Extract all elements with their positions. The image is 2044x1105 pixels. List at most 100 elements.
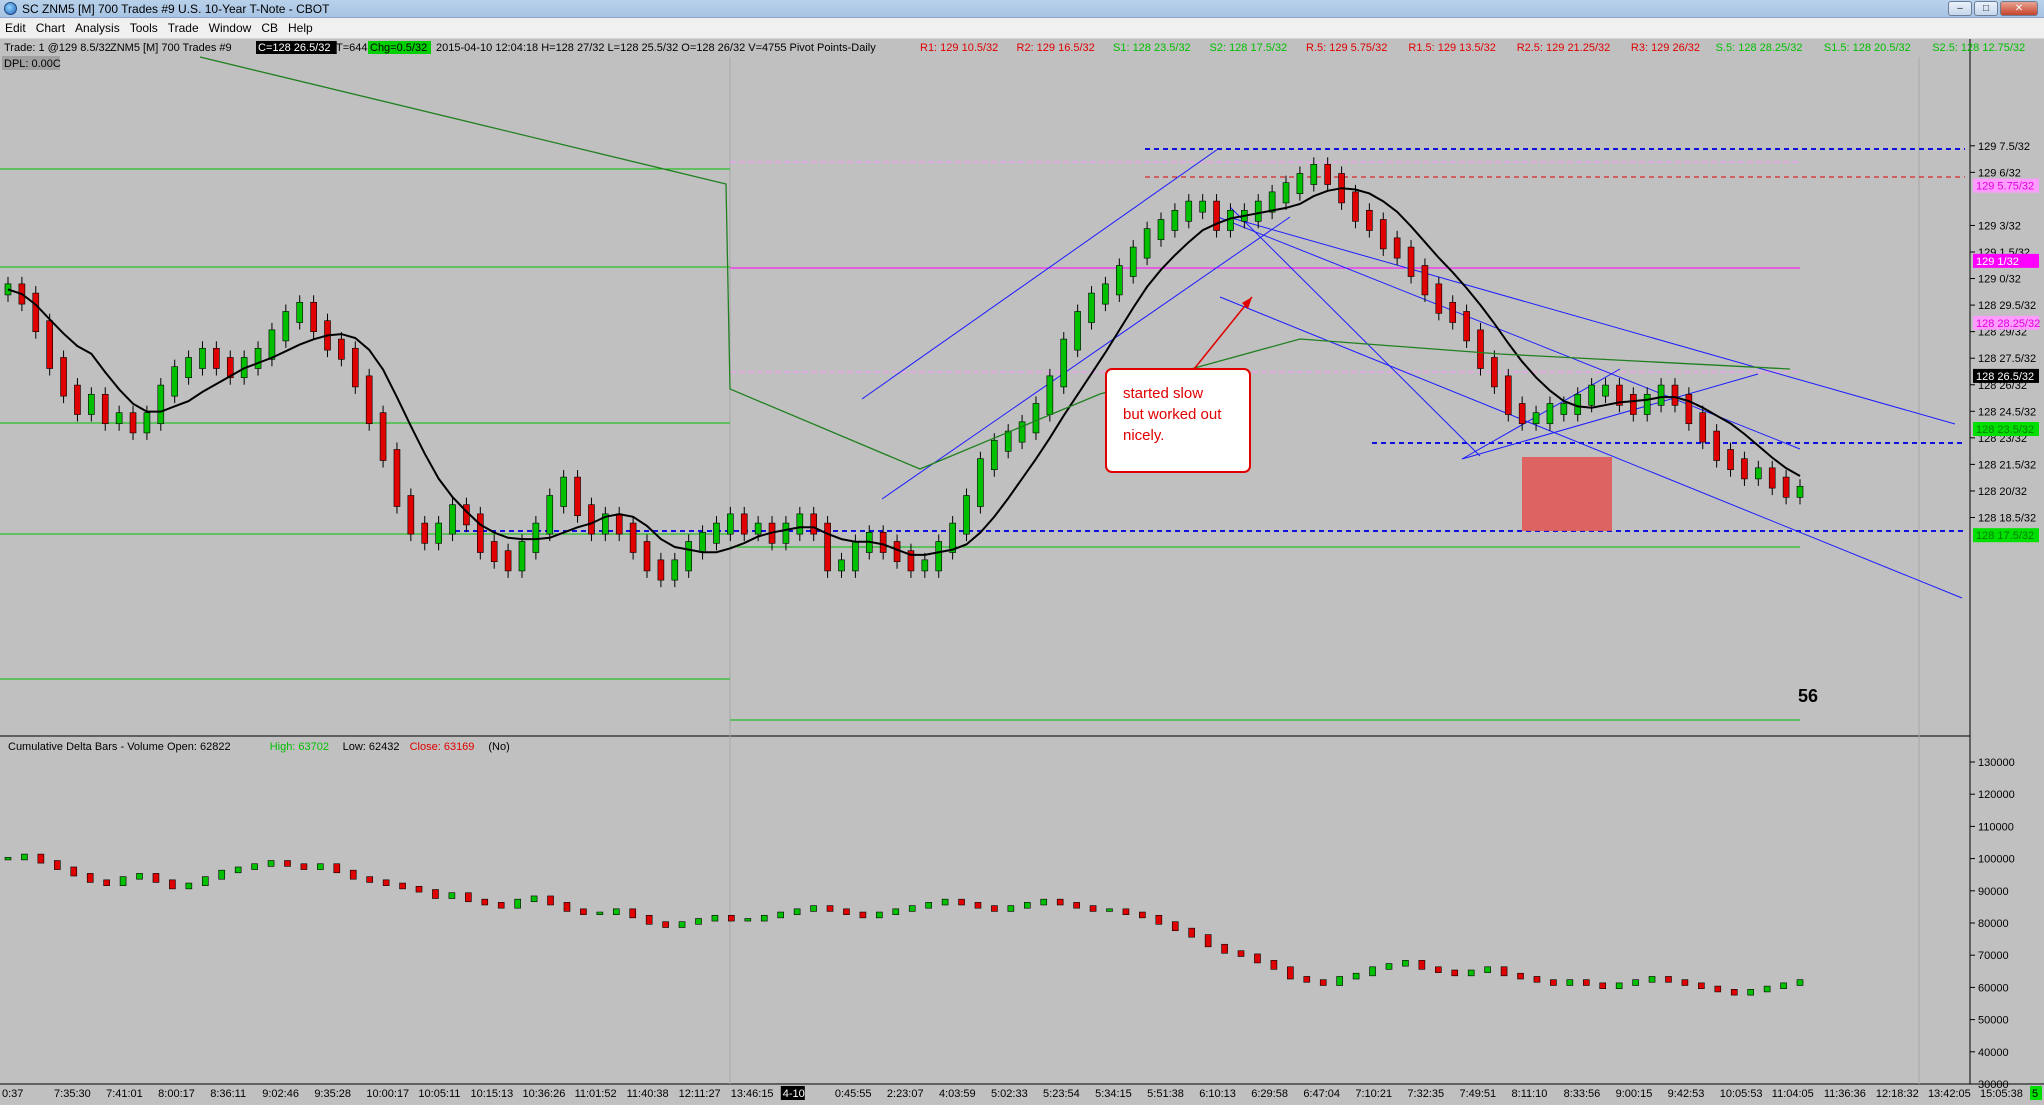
delta-bar-up	[1024, 902, 1031, 909]
time-tick-label: 7:10:21	[1355, 1088, 1392, 1100]
candle-bear	[1477, 329, 1484, 369]
delta-bar-up	[678, 921, 686, 928]
delta-bar-down	[349, 869, 357, 880]
menu-item-analysis[interactable]: Analysis	[70, 18, 125, 39]
maximize-button[interactable]: □	[1974, 1, 1998, 16]
delta-tick-label: 40000	[1978, 1047, 2009, 1059]
menu-item-edit[interactable]: Edit	[0, 18, 31, 39]
candle-bull	[1282, 182, 1290, 204]
delta-bar-down	[1089, 905, 1097, 912]
delta-bar-down	[366, 876, 373, 883]
delta-bar-down	[662, 921, 669, 928]
candle-bull	[88, 393, 95, 415]
time-tick-label: 5:02:33	[991, 1088, 1028, 1100]
delta-tick-label: 110000	[1978, 821, 2014, 833]
price-tick-label: 128 27.5/32	[1978, 353, 2036, 365]
candle-bull	[1588, 384, 1595, 406]
trade-info: Trade: 1 @129 8.5/32	[4, 42, 111, 54]
candle-bull	[1532, 412, 1540, 425]
candle-bear	[1727, 449, 1734, 471]
delta-bar-down	[1319, 979, 1327, 986]
delta-bar-down	[152, 873, 160, 883]
time-tick-label: 10:15:13	[470, 1088, 513, 1100]
menu-item-window[interactable]: Window	[204, 18, 257, 39]
delta-bar-up	[251, 863, 258, 870]
delta-tick-label: 90000	[1978, 886, 2009, 898]
candle-bear	[588, 504, 595, 535]
delta-bar-up	[234, 866, 242, 874]
candle-bull	[1796, 485, 1804, 498]
delta-tick-label: 80000	[1978, 918, 2009, 930]
delta-bar-down	[399, 882, 406, 890]
menu-item-trade[interactable]: Trade	[163, 18, 204, 39]
price-tag-label: 128 23.5/32	[1976, 424, 2034, 436]
delta-tick-label: 120000	[1978, 789, 2015, 801]
candle-bull	[1199, 200, 1206, 213]
candle-bull	[1657, 384, 1665, 406]
candle-bull	[560, 476, 567, 507]
delta-bar-up	[267, 860, 275, 867]
close-button[interactable]: ✕	[2000, 1, 2038, 16]
delta-bar-down	[991, 905, 998, 912]
delta-tick-label: 50000	[1978, 1015, 2009, 1027]
candle-bear	[1366, 209, 1373, 231]
delta-bar-down	[843, 908, 850, 915]
candle-bull	[546, 495, 554, 535]
delta-bar-down	[1139, 911, 1146, 919]
menu-item-tools[interactable]: Tools	[125, 18, 163, 39]
candle-bear	[740, 513, 748, 535]
delta-bar-down	[70, 866, 78, 877]
candle-bear	[74, 384, 81, 415]
candle-bear	[32, 292, 40, 333]
candle-bull	[115, 412, 123, 425]
menu-item-cb[interactable]: CB	[256, 18, 283, 39]
delta-bar-down	[103, 879, 110, 886]
candle-bear	[643, 541, 651, 572]
menu-item-help[interactable]: Help	[283, 18, 318, 39]
candle-bull	[1254, 200, 1262, 222]
time-tick-label: 11:36:36	[1824, 1088, 1866, 1100]
delta-bar-down	[1714, 985, 1722, 993]
candle-bull	[1185, 200, 1193, 222]
candle-bull	[963, 495, 970, 535]
delta-bar-down	[333, 863, 341, 874]
delta-bar-down	[481, 898, 489, 906]
chart-window[interactable]: Trade: 1 @129 8.5/32 ZNM5 [M] 700 Trades …	[0, 39, 2044, 1105]
delta-bar-up	[876, 911, 883, 919]
pivot-label: R1: 129 10.5/32	[920, 42, 998, 54]
menu-item-chart[interactable]: Chart	[31, 18, 70, 39]
delta-bar-down	[1122, 908, 1130, 915]
candle-bull	[782, 522, 790, 544]
time-tick-label: 8:36:11	[210, 1088, 246, 1100]
candle-bear	[1352, 191, 1359, 222]
time-tick-label: 2:23:07	[887, 1088, 924, 1100]
delta-bar-down	[169, 879, 176, 890]
symbol-info: ZNM5 [M] 700 Trades #9	[110, 42, 232, 54]
candle-bear	[1630, 393, 1637, 415]
candle-bull	[1102, 283, 1109, 305]
window-title-bar: SC ZNM5 [M] 700 Trades #9 U.S. 10-Year T…	[0, 0, 2044, 18]
delta-bar-down	[465, 892, 472, 903]
delta-bar-down	[974, 902, 982, 909]
candle-bear	[379, 412, 387, 461]
delta-header-text: High: 63702	[270, 741, 329, 753]
candle-bear	[1491, 357, 1498, 388]
delta-bar-up	[612, 908, 620, 915]
candle-bear	[504, 550, 512, 572]
candle-bull	[157, 384, 165, 425]
price-tag-label: 128 26.5/32	[1976, 371, 2034, 383]
candle-bull	[1143, 228, 1151, 259]
delta-bar-up	[530, 895, 538, 903]
window-title: SC ZNM5 [M] 700 Trades #9 U.S. 10-Year T…	[22, 2, 330, 16]
candle-bear	[1435, 283, 1443, 314]
delta-bar-down	[859, 911, 867, 919]
candle-bear	[46, 320, 53, 369]
delta-bar-down	[1155, 914, 1163, 925]
close-box: C=128 26.5/32	[258, 42, 330, 54]
candle-bear	[1393, 237, 1401, 259]
minimize-button[interactable]: –	[1948, 1, 1972, 16]
candle-bull	[171, 366, 178, 397]
candle-bull	[185, 357, 192, 379]
delta-bar-down	[1287, 966, 1294, 980]
delta-bar-up	[892, 908, 900, 915]
